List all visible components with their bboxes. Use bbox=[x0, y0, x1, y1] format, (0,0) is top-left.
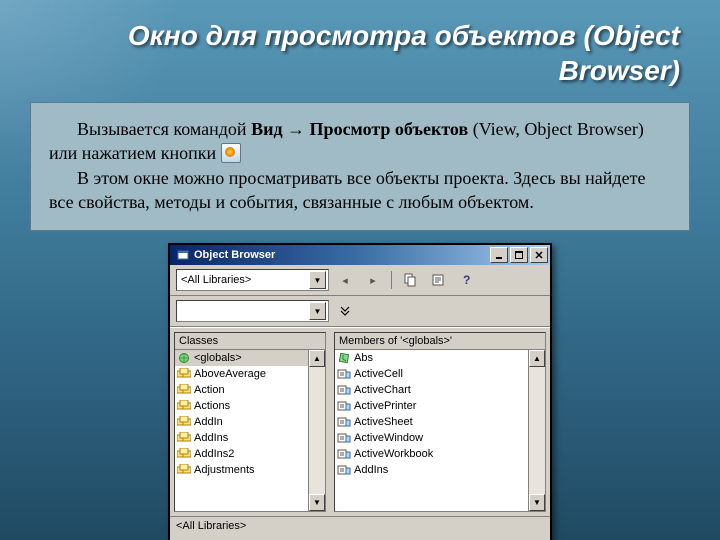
item-label: Adjustments bbox=[194, 464, 255, 476]
text-bold: Вид → Просмотр объектов bbox=[251, 119, 468, 139]
maximize-button[interactable] bbox=[510, 247, 528, 263]
object-browser-window: Object Browser <All Libraries> ▼ ◂ ▸ ? ▼ bbox=[168, 243, 552, 540]
item-label: AddIns bbox=[354, 464, 388, 476]
class-icon bbox=[177, 432, 191, 444]
class-item[interactable]: AboveAverage bbox=[175, 366, 308, 382]
class-item[interactable]: AddIns bbox=[175, 430, 308, 446]
class-icon bbox=[177, 400, 191, 412]
copy-button[interactable] bbox=[398, 269, 422, 291]
item-label: ActiveWorkbook bbox=[354, 448, 433, 460]
chevron-down-icon[interactable]: ▼ bbox=[309, 302, 326, 320]
separator bbox=[391, 271, 392, 289]
item-label: ActiveChart bbox=[354, 384, 411, 396]
description-box: Вызывается командой Вид → Просмотр объек… bbox=[30, 102, 690, 231]
item-label: AboveAverage bbox=[194, 368, 266, 380]
scroll-track[interactable] bbox=[309, 367, 325, 494]
prop-icon bbox=[337, 400, 351, 412]
app-icon bbox=[176, 248, 190, 262]
scrollbar[interactable]: ▲ ▼ bbox=[528, 350, 545, 511]
class-item[interactable]: AddIn bbox=[175, 414, 308, 430]
class-item[interactable]: Adjustments bbox=[175, 462, 308, 478]
class-item[interactable]: AddIns2 bbox=[175, 446, 308, 462]
scroll-down-icon[interactable]: ▼ bbox=[309, 494, 325, 511]
toolbar-row-2: ▼ bbox=[170, 296, 550, 327]
close-button[interactable] bbox=[530, 247, 548, 263]
svg-text:?: ? bbox=[463, 273, 470, 287]
help-button[interactable]: ? bbox=[454, 269, 478, 291]
member-item[interactable]: ActiveChart bbox=[335, 382, 528, 398]
scrollbar[interactable]: ▲ ▼ bbox=[308, 350, 325, 511]
member-item[interactable]: ActiveSheet bbox=[335, 414, 528, 430]
prop-icon bbox=[337, 448, 351, 460]
class-icon bbox=[177, 416, 191, 428]
classes-header: Classes bbox=[175, 333, 325, 350]
item-label: Action bbox=[194, 384, 225, 396]
member-item[interactable]: Abs bbox=[335, 350, 528, 366]
member-item[interactable]: ActiveCell bbox=[335, 366, 528, 382]
prop-icon bbox=[337, 464, 351, 476]
globals-icon bbox=[177, 352, 191, 364]
nav-forward-button[interactable]: ▸ bbox=[361, 269, 385, 291]
member-item[interactable]: ActiveWindow bbox=[335, 430, 528, 446]
member-item[interactable]: ActiveWorkbook bbox=[335, 446, 528, 462]
class-item[interactable]: Action bbox=[175, 382, 308, 398]
prop-icon bbox=[337, 384, 351, 396]
titlebar[interactable]: Object Browser bbox=[170, 245, 550, 265]
chevron-down-icon[interactable]: ▼ bbox=[309, 271, 326, 289]
scroll-up-icon[interactable]: ▲ bbox=[309, 350, 325, 367]
nav-back-button[interactable]: ◂ bbox=[333, 269, 357, 291]
item-label: <globals> bbox=[194, 352, 242, 364]
minimize-button[interactable] bbox=[490, 247, 508, 263]
description-pane: <All Libraries> bbox=[170, 516, 550, 540]
text: В этом окне можно просматривать все объе… bbox=[49, 166, 671, 215]
panes: Classes <globals> AboveAverage Action Actio… bbox=[170, 327, 550, 516]
class-item[interactable]: Actions bbox=[175, 398, 308, 414]
item-label: ActiveWindow bbox=[354, 432, 423, 444]
search-button[interactable] bbox=[333, 300, 357, 322]
class-icon bbox=[177, 368, 191, 380]
item-label: Actions bbox=[194, 400, 230, 412]
scroll-up-icon[interactable]: ▲ bbox=[529, 350, 545, 367]
slide-title: Окно для просмотра объектов (Object Brow… bbox=[120, 18, 680, 88]
text: Вызывается командой bbox=[77, 119, 251, 139]
class-icon bbox=[177, 448, 191, 460]
member-item[interactable]: ActivePrinter bbox=[335, 398, 528, 414]
item-label: ActiveCell bbox=[354, 368, 403, 380]
prop-icon bbox=[337, 432, 351, 444]
classes-pane: Classes <globals> AboveAverage Action Actio… bbox=[174, 332, 326, 512]
item-label: AddIn bbox=[194, 416, 223, 428]
scroll-down-icon[interactable]: ▼ bbox=[529, 494, 545, 511]
class-item[interactable]: <globals> bbox=[175, 350, 308, 366]
prop-icon bbox=[337, 416, 351, 428]
item-label: AddIns bbox=[194, 432, 228, 444]
item-label: ActiveSheet bbox=[354, 416, 413, 428]
combo-value: <All Libraries> bbox=[181, 274, 251, 286]
item-label: ActivePrinter bbox=[354, 400, 416, 412]
class-icon bbox=[177, 464, 191, 476]
search-combo[interactable]: ▼ bbox=[176, 300, 329, 322]
scroll-track[interactable] bbox=[529, 367, 545, 494]
classes-list[interactable]: <globals> AboveAverage Action Actions AddIn A… bbox=[175, 350, 308, 511]
prop-icon bbox=[337, 368, 351, 380]
method-icon bbox=[337, 352, 351, 364]
member-item[interactable]: AddIns bbox=[335, 462, 528, 478]
item-label: Abs bbox=[354, 352, 373, 364]
members-pane: Members of '<globals>' Abs ActiveCell Acti… bbox=[334, 332, 546, 512]
toolbar-row-1: <All Libraries> ▼ ◂ ▸ ? bbox=[170, 265, 550, 296]
view-definition-button[interactable] bbox=[426, 269, 450, 291]
object-browser-toolbar-icon bbox=[221, 143, 241, 163]
members-header: Members of '<globals>' bbox=[335, 333, 545, 350]
libraries-combo[interactable]: <All Libraries> ▼ bbox=[176, 269, 329, 291]
window-title: Object Browser bbox=[194, 249, 488, 261]
class-icon bbox=[177, 384, 191, 396]
members-list[interactable]: Abs ActiveCell ActiveChart ActivePrinter Act… bbox=[335, 350, 528, 511]
item-label: AddIns2 bbox=[194, 448, 234, 460]
